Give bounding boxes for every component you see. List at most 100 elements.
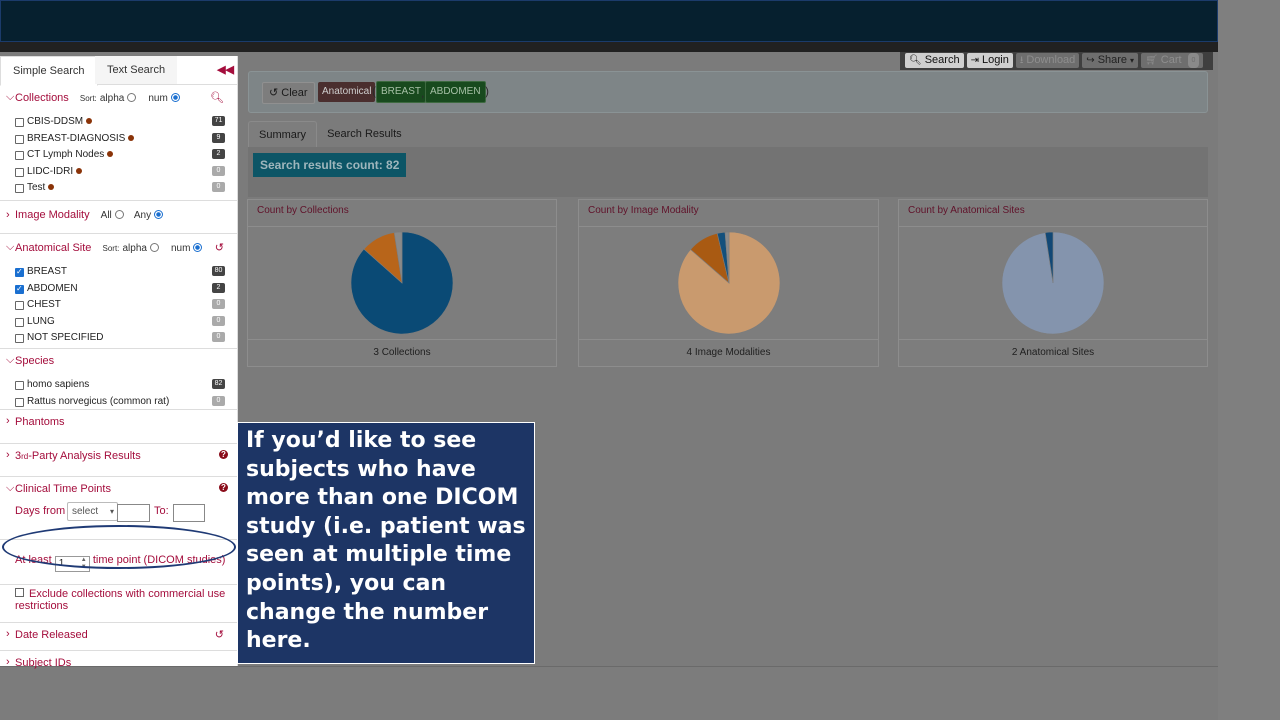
panel-anatomical-sites: Count by Anatomical Sites 2 Anatomical S… (898, 199, 1208, 367)
sort-alpha-radio[interactable] (149, 243, 159, 252)
cart-icon: 🛒︎ (1145, 55, 1158, 66)
section-species: ⌵ Species homo sapiens 82 Rattus norvegic… (0, 349, 237, 410)
info-icon[interactable] (86, 118, 93, 124)
reset-icon[interactable]: ↺ (215, 241, 224, 254)
section-exclude: Exclude collections with commercial use … (0, 585, 237, 623)
collections-header[interactable]: ⌵ Collections Sort: alpha num 🔍︎ (0, 85, 237, 105)
collection-item[interactable]: BREAST-DIAGNOSIS 9 (0, 131, 237, 148)
anatomical-item[interactable]: CHEST 0 (0, 297, 237, 314)
clear-filters-button[interactable]: ↺ Clear (262, 82, 315, 104)
count-badge: 0 (212, 395, 225, 406)
checkbox[interactable] (15, 118, 24, 127)
tab-simple-search[interactable]: Simple Search (0, 56, 98, 86)
checkbox[interactable] (15, 134, 24, 144)
anatomical-item[interactable]: NOT SPECIFIED 0 (0, 330, 237, 347)
species-item[interactable]: homo sapiens 82 (0, 377, 237, 394)
sort-num-radio[interactable] (170, 93, 180, 102)
checkbox[interactable] (15, 588, 24, 597)
chevron-right-icon: › (6, 656, 10, 668)
checkbox[interactable] (15, 151, 24, 160)
days-from-input[interactable] (117, 504, 150, 522)
count-badge: 2 (212, 282, 225, 293)
chevron-right-icon: › (6, 415, 10, 427)
active-filters-bar: ↺ Clear Anatomical ( BREAST , ABDOMEN ) (248, 71, 1208, 113)
count-badge: 82 (212, 379, 225, 389)
subject-ids-header[interactable]: › Subject IDs (0, 651, 237, 671)
checkbox[interactable] (15, 334, 24, 343)
checkbox[interactable] (15, 301, 24, 310)
third-party-header[interactable]: › 3rd-Party Analysis Results (0, 444, 237, 464)
filter-close-paren: ) (485, 84, 489, 98)
search-button[interactable]: 🔍︎ Search (905, 53, 964, 68)
search-icon[interactable]: 🔍︎ (210, 91, 224, 104)
modality-any-radio[interactable] (154, 210, 164, 219)
count-badge: 9 (212, 132, 225, 143)
info-icon[interactable] (128, 134, 135, 141)
checkbox[interactable] (15, 184, 24, 193)
panel-footer: 2 Anatomical Sites (899, 339, 1207, 366)
download-button[interactable]: ⭳ Download (1015, 53, 1080, 68)
count-badge: 0 (212, 299, 225, 309)
pie-chart-image-modality (677, 231, 780, 335)
exclude-commercial-row[interactable]: Exclude collections with commercial use … (0, 585, 237, 612)
section-date-released: › Date Released ↺ (0, 623, 237, 651)
clinical-time-points-header[interactable]: ⌵ Clinical Time Points (0, 477, 237, 497)
pie-chart-collections (350, 231, 454, 335)
days-unit-select[interactable]: select ▾ (67, 502, 118, 521)
collection-item[interactable]: CBIS-DDSM 71 (0, 114, 237, 131)
count-badge: 0 (212, 315, 225, 326)
date-released-header[interactable]: › Date Released (0, 623, 237, 643)
anatomical-item[interactable]: BREAST80 (0, 264, 237, 281)
info-icon[interactable] (76, 167, 83, 174)
anatomical-item[interactable]: ABDOMEN2 (0, 281, 237, 298)
filter-tag-breast[interactable]: BREAST (376, 81, 427, 103)
caret-down-icon: ▾ (1130, 56, 1135, 65)
chevron-right-icon: › (6, 449, 10, 461)
highlight-oval (2, 525, 236, 569)
tab-summary[interactable]: Summary (248, 121, 318, 147)
search-icon: 🔍︎ (909, 55, 922, 66)
modality-all-radio[interactable] (114, 210, 124, 219)
anatomical-site-header[interactable]: ⌵ Anatomical Site Sort: alpha num ↺ (0, 234, 237, 254)
collection-item[interactable]: CT Lymph Nodes 2 (0, 147, 237, 164)
help-icon[interactable]: ? (219, 450, 228, 459)
panel-title: Count by Image Modality (579, 200, 878, 227)
collection-item[interactable]: LIDC-IDRI 0 (0, 164, 237, 181)
count-badge: 0 (212, 182, 225, 192)
tab-search-results[interactable]: Search Results (317, 121, 412, 147)
species-header[interactable]: ⌵ Species (0, 349, 237, 369)
filter-category-tag[interactable]: Anatomical (318, 82, 376, 102)
checkbox[interactable] (15, 397, 24, 407)
help-icon[interactable]: ? (219, 483, 228, 492)
tab-text-search[interactable]: Text Search (95, 56, 178, 84)
checkbox[interactable] (15, 264, 24, 280)
sort-alpha-radio[interactable] (127, 93, 137, 102)
cart-button[interactable]: 🛒︎ Cart 0 (1141, 53, 1204, 68)
login-button[interactable]: ⇥ Login (966, 53, 1013, 68)
collection-item[interactable]: Test 0 (0, 180, 237, 197)
filter-tag-abdomen[interactable]: ABDOMEN (425, 81, 486, 103)
phantoms-header[interactable]: › Phantoms (0, 410, 237, 430)
share-button[interactable]: ↪ Share ▾ (1082, 53, 1139, 68)
cart-count-badge: 0 (1187, 53, 1200, 68)
checkbox[interactable] (15, 167, 24, 177)
filter-comma: , (421, 86, 425, 100)
image-modality-header[interactable]: › Image Modality All Any (0, 201, 237, 221)
count-badge: 0 (212, 165, 225, 176)
login-icon: ⇥ (970, 55, 979, 66)
reset-icon[interactable]: ↺ (215, 628, 224, 641)
section-phantoms: › Phantoms (0, 410, 237, 444)
collapse-sidebar-icon[interactable]: ◀◀ (217, 63, 234, 76)
days-to-input[interactable] (173, 504, 205, 522)
panel-collections: Count by Collections 3 Collections (247, 199, 557, 367)
info-icon[interactable] (48, 184, 55, 190)
checkbox[interactable] (15, 317, 24, 327)
header-strip (0, 42, 1218, 52)
anatomical-item[interactable]: LUNG 0 (0, 314, 237, 331)
info-icon[interactable] (107, 151, 114, 157)
checkbox[interactable] (15, 281, 24, 297)
checkbox[interactable] (15, 381, 24, 390)
chevron-right-icon: › (6, 209, 10, 221)
species-item[interactable]: Rattus norvegicus (common rat) 0 (0, 394, 237, 411)
sort-num-radio[interactable] (193, 243, 203, 252)
